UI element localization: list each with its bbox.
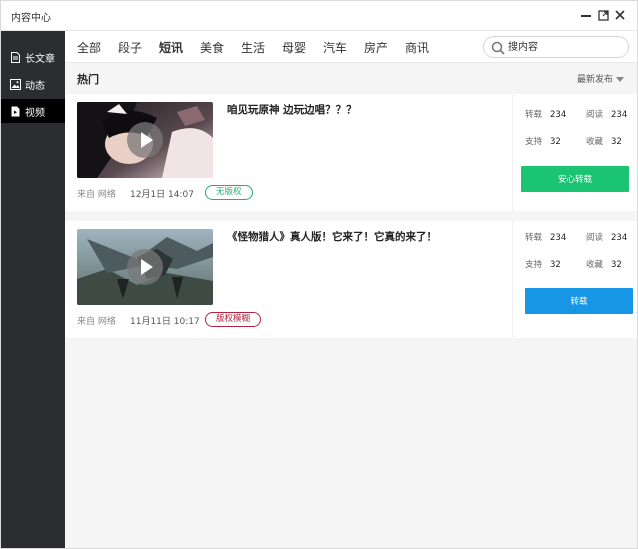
stat-label: 支持 xyxy=(525,137,543,147)
stat-favorite: 收藏 32 xyxy=(586,258,622,270)
sidebar-item-video[interactable]: 视频 xyxy=(1,99,65,123)
tab-jokes[interactable]: 段子 xyxy=(118,39,142,56)
stat-label: 转载 xyxy=(525,233,543,243)
tab-business[interactable]: 商讯 xyxy=(405,39,429,56)
sort-label: 最新发布 xyxy=(577,75,614,85)
window-title: 内容中心 xyxy=(11,13,51,24)
safe-repost-button[interactable]: 安心转载 xyxy=(521,166,629,192)
tab-mother-baby[interactable]: 母婴 xyxy=(282,39,306,56)
category-nav: 全部 段子 短讯 美食 生活 母婴 汽车 房产 商讯 xyxy=(65,31,637,63)
tab-real-estate[interactable]: 房产 xyxy=(364,39,388,56)
section-header: 热门 最新发布 xyxy=(65,63,637,93)
tab-life[interactable]: 生活 xyxy=(241,39,265,56)
card-main: 《怪物猎人》真人版！它来了！它真的来了！ 来自 网络 11月11日 10:17 … xyxy=(65,221,512,338)
search-box[interactable] xyxy=(483,36,629,58)
stat-label: 收藏 xyxy=(586,137,604,147)
stat-label: 支持 xyxy=(525,260,543,270)
stat-value: 32 xyxy=(550,260,561,270)
stat-label: 阅读 xyxy=(586,110,604,120)
stat-read: 阅读 234 xyxy=(586,231,627,243)
card-title[interactable]: 咱见玩原神 边玩边唱？？？ xyxy=(227,102,357,117)
stat-repost: 转载 234 xyxy=(525,108,566,120)
card-date: 11月11日 10:17 xyxy=(130,317,200,327)
content-center-window: 内容中心 长文章 动态 视频 全部 段子 短讯 美食 生活 母婴 汽车 房产 商… xyxy=(0,0,638,549)
content-card: 咱见玩原神 边玩边唱？？？ 来自 网络 12月1日 14:07 无版权 转载 23… xyxy=(65,94,637,211)
stat-read: 阅读 234 xyxy=(586,108,627,120)
sidebar-item-long-article[interactable]: 长文章 xyxy=(1,45,65,69)
sidebar-item-moments[interactable]: 动态 xyxy=(1,72,65,96)
close-icon[interactable] xyxy=(613,8,627,22)
main-content: 全部 段子 短讯 美食 生活 母婴 汽车 房产 商讯 热门 最新发布 xyxy=(65,31,637,548)
document-icon xyxy=(10,51,21,63)
sidebar: 长文章 动态 视频 xyxy=(1,31,65,548)
sidebar-item-label: 长文章 xyxy=(25,53,55,65)
search-icon xyxy=(491,40,505,55)
play-icon[interactable] xyxy=(127,249,163,285)
sidebar-item-label: 动态 xyxy=(25,80,45,92)
content-card: 《怪物猎人》真人版！它来了！它真的来了！ 来自 网络 11月11日 10:17 … xyxy=(65,221,637,338)
tab-news-flash[interactable]: 短讯 xyxy=(159,39,183,56)
card-date: 12月1日 14:07 xyxy=(130,190,194,200)
stat-value: 32 xyxy=(611,137,622,147)
card-source: 来自 网络 xyxy=(77,190,116,200)
stat-value: 32 xyxy=(611,260,622,270)
video-icon xyxy=(10,106,21,117)
repost-button[interactable]: 转载 xyxy=(525,288,633,314)
tab-all[interactable]: 全部 xyxy=(77,39,101,56)
section-title: 热门 xyxy=(77,73,99,86)
caret-down-icon xyxy=(616,77,625,82)
stat-value: 234 xyxy=(550,110,567,120)
stat-label: 收藏 xyxy=(586,260,604,270)
video-thumbnail[interactable] xyxy=(77,229,213,305)
video-thumbnail[interactable] xyxy=(77,102,213,178)
stat-favorite: 收藏 32 xyxy=(586,135,622,147)
stat-label: 阅读 xyxy=(586,233,604,243)
tab-food[interactable]: 美食 xyxy=(200,39,224,56)
play-icon[interactable] xyxy=(127,122,163,158)
copyright-badge: 无版权 xyxy=(205,185,253,200)
minimize-icon[interactable] xyxy=(579,8,593,22)
stat-label: 转载 xyxy=(525,110,543,120)
card-stats: 转载 234 阅读 234 支持 32 收藏 32 转载 xyxy=(512,221,637,338)
card-source: 来自 网络 xyxy=(77,317,116,327)
stat-value: 234 xyxy=(550,233,567,243)
sort-dropdown[interactable]: 最新发布 xyxy=(577,72,625,85)
search-input[interactable] xyxy=(508,40,623,55)
card-main: 咱见玩原神 边玩边唱？？？ 来自 网络 12月1日 14:07 无版权 xyxy=(65,94,512,211)
card-stats: 转载 234 阅读 234 支持 32 收藏 32 安心转载 xyxy=(512,94,637,211)
title-bar: 内容中心 xyxy=(1,1,637,31)
stat-value: 234 xyxy=(611,110,628,120)
maximize-icon[interactable] xyxy=(596,8,610,22)
stat-support: 支持 32 xyxy=(525,258,561,270)
stat-repost: 转载 234 xyxy=(525,231,566,243)
stat-value: 234 xyxy=(611,233,628,243)
stat-support: 支持 32 xyxy=(525,135,561,147)
sidebar-item-label: 视频 xyxy=(25,107,45,119)
image-icon xyxy=(10,78,21,90)
copyright-badge: 版权模糊 xyxy=(205,312,262,327)
tab-cars[interactable]: 汽车 xyxy=(323,39,347,56)
card-title[interactable]: 《怪物猎人》真人版！它来了！它真的来了！ xyxy=(227,229,437,244)
stat-value: 32 xyxy=(550,137,561,147)
